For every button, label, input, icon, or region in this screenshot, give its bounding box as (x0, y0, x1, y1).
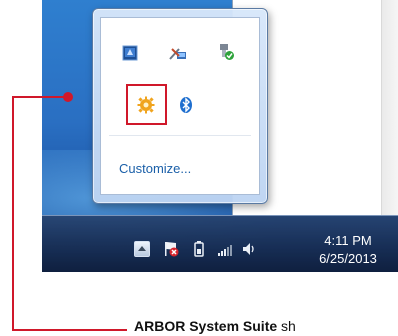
show-hidden-icons-button[interactable] (134, 241, 150, 257)
window-scrollbar[interactable] (381, 0, 398, 215)
flyout-panel: Customize... (100, 17, 260, 195)
callout-line-vertical (12, 96, 14, 331)
caption-bold: ARBOR System Suite (134, 318, 278, 334)
safely-remove-hardware-icon[interactable] (217, 43, 235, 61)
taskbar-clock[interactable]: 4:11 PM 6/25/2013 (307, 232, 389, 268)
taskbar: 4:11 PM 6/25/2013 (42, 215, 398, 272)
desktop-screen: 4:11 PM 6/25/2013 Customize... (42, 0, 398, 272)
customize-link[interactable]: Customize... (119, 161, 191, 176)
bluetooth-icon[interactable] (177, 96, 195, 114)
arbor-icon-highlight-box (126, 84, 167, 125)
callout-dot (63, 92, 73, 102)
network-signal-icon[interactable] (216, 240, 234, 258)
volume-icon[interactable] (240, 240, 258, 258)
callout-line-bottom (12, 329, 127, 331)
clock-date: 6/25/2013 (319, 251, 377, 266)
clock-time: 4:11 PM (324, 233, 372, 248)
caption-text: ARBOR System Suite sh (134, 318, 296, 334)
battery-icon[interactable] (190, 240, 208, 258)
action-center-icon[interactable] (162, 240, 180, 258)
network-tools-icon[interactable] (169, 45, 187, 63)
flyout-divider (109, 135, 251, 136)
caption-rest: sh (277, 318, 296, 334)
callout-line-top (12, 96, 68, 98)
notification-area-flyout: Customize... (92, 8, 268, 204)
notebook-app-icon[interactable] (121, 44, 139, 62)
